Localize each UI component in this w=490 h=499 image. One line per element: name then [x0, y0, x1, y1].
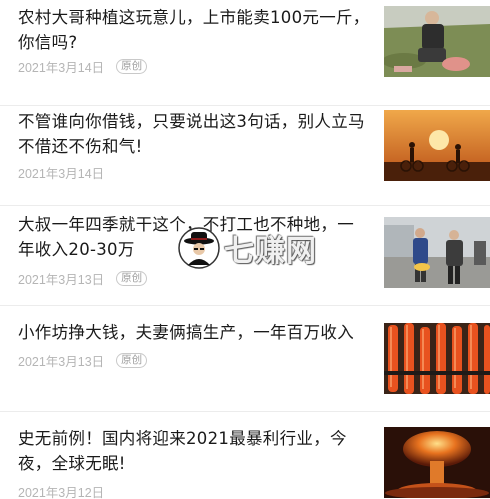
list-item[interactable]: 小作坊挣大钱，夫妻俩搞生产，一年百万收入 2021年3月13日 原创 — [0, 306, 490, 412]
article-meta: 2021年3月14日 原创 — [18, 57, 148, 75]
article-date: 2021年3月12日 — [18, 485, 105, 499]
list-item[interactable]: 不管谁向你借钱，只要说出这3句话，别人立马不借还不伤和气! 2021年3月14日 — [0, 100, 490, 206]
article-title[interactable]: 小作坊挣大钱，夫妻俩搞生产，一年百万收入 — [18, 320, 370, 345]
street-vendors-photo[interactable] — [384, 217, 490, 288]
original-badge: 原创 — [116, 352, 148, 368]
article-title[interactable]: 大叔一年四季就干这个，不打工也不种地，一年收入20-30万 — [18, 212, 370, 262]
article-date: 2021年3月13日 — [18, 354, 105, 369]
list-item[interactable]: 大叔一年四季就干这个，不打工也不种地，一年收入20-30万 2021年3月13日… — [0, 200, 490, 306]
article-date: 2021年3月13日 — [18, 272, 105, 287]
article-meta: 2021年3月12日 — [18, 482, 104, 499]
article-meta: 2021年3月13日 原创 — [18, 269, 148, 287]
mushroom-cloud-photo[interactable] — [384, 427, 490, 498]
original-badge: 原创 — [116, 58, 148, 74]
list-item[interactable]: 农村大哥种植这玩意儿，上市能卖100元一斤，你信吗? 2021年3月14日 原创 — [0, 0, 490, 106]
article-list: 农村大哥种植这玩意儿，上市能卖100元一斤，你信吗? 2021年3月14日 原创… — [0, 0, 490, 499]
article-title[interactable]: 农村大哥种植这玩意儿，上市能卖100元一斤，你信吗? — [18, 5, 370, 55]
article-title[interactable]: 史无前例！国内将迎来2021最暴利行业，今夜，全球无眠! — [18, 426, 370, 476]
farmer-in-field-photo[interactable] — [384, 6, 490, 77]
article-meta: 2021年3月13日 原创 — [18, 351, 148, 369]
article-meta: 2021年3月14日 — [18, 163, 104, 181]
orange-pipes-photo[interactable] — [384, 323, 490, 394]
sunset-cyclists-photo[interactable] — [384, 110, 490, 181]
list-item[interactable]: 史无前例！国内将迎来2021最暴利行业，今夜，全球无眠! 2021年3月12日 — [0, 412, 490, 499]
article-date: 2021年3月14日 — [18, 60, 105, 75]
original-badge: 原创 — [116, 270, 148, 286]
article-date: 2021年3月14日 — [18, 166, 105, 181]
article-title[interactable]: 不管谁向你借钱，只要说出这3句话，别人立马不借还不伤和气! — [18, 109, 370, 159]
